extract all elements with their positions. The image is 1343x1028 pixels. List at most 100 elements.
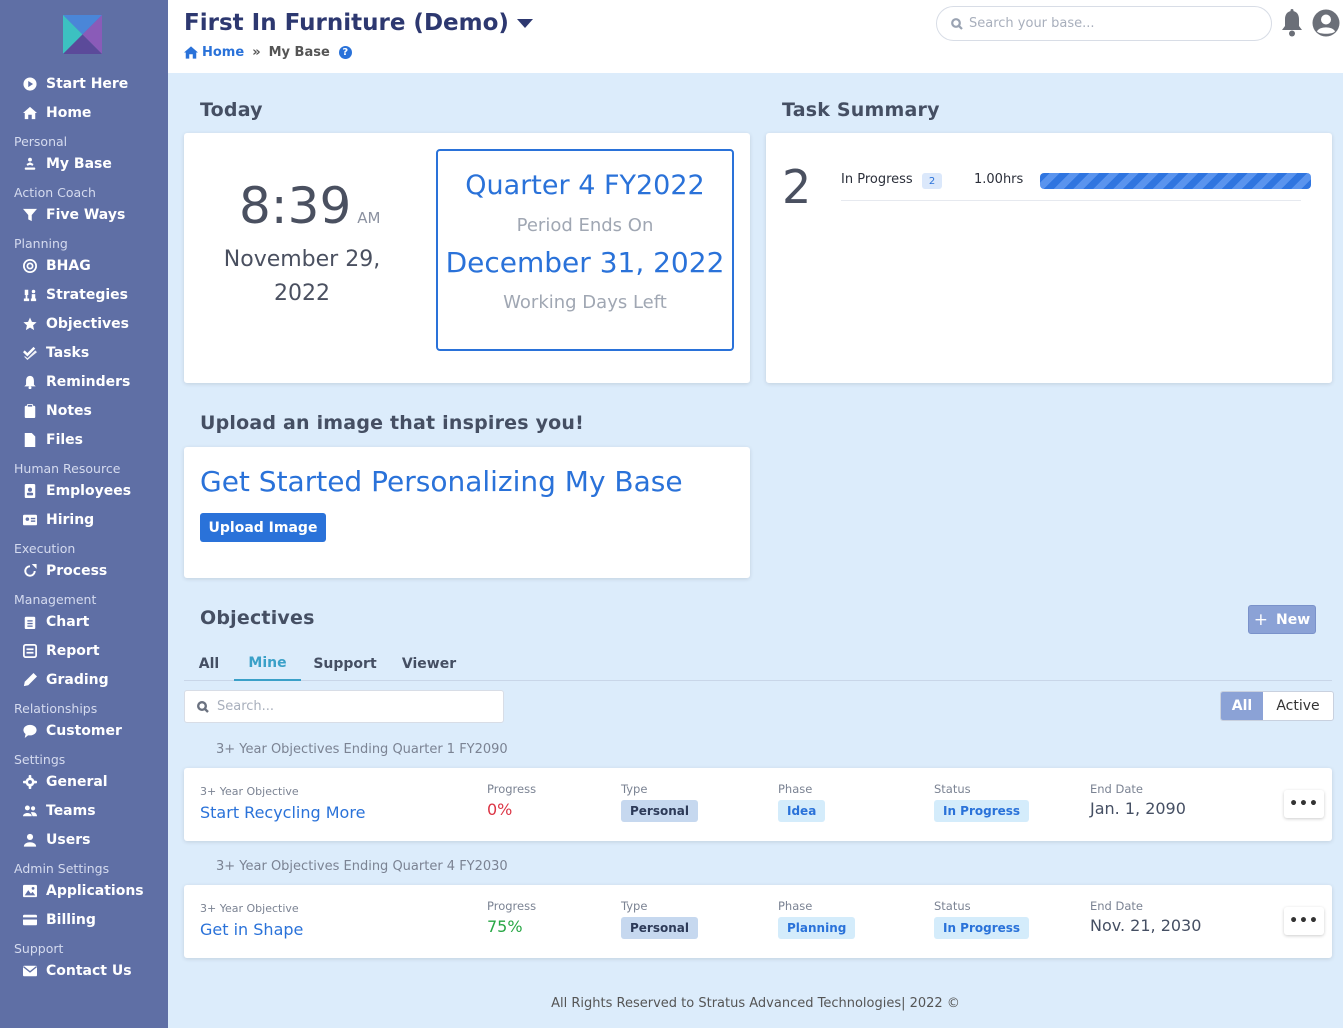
play-circle-icon (22, 76, 38, 92)
sidebar-section-admin-settings: Admin Settings (14, 861, 110, 876)
sidebar-item-home[interactable]: Home (22, 101, 91, 125)
objective-name-link[interactable]: Start Recycling More (200, 803, 365, 822)
sidebar-item-label: Objectives (46, 316, 129, 332)
sidebar-item-label: Notes (46, 403, 92, 419)
task-progress-bar (1040, 173, 1311, 189)
sidebar-item-start-here[interactable]: Start Here (22, 72, 128, 96)
id-card-icon (22, 512, 38, 528)
sidebar-item-customer[interactable]: Customer (22, 719, 122, 743)
sidebar-item-report[interactable]: Report (22, 639, 100, 663)
objective-tabs: All Mine Support Viewer (184, 646, 1332, 681)
objective-search-input[interactable] (217, 699, 487, 714)
sidebar-section-relationships: Relationships (14, 701, 98, 716)
user-avatar-icon[interactable] (1312, 9, 1340, 37)
objective-search (184, 690, 504, 723)
sidebar-item-label: Chart (46, 614, 90, 630)
clock-date: November 29, 2022 (223, 247, 381, 306)
objective-progress: 75% (487, 917, 523, 936)
sidebar-section-settings: Settings (14, 752, 66, 767)
task-progress-fill (1040, 173, 1311, 189)
working-days-label: Working Days Left (503, 292, 667, 313)
tab-support[interactable]: Support (308, 646, 382, 681)
objective-kind: 3+ Year Objective (200, 902, 299, 915)
sidebar-item-tasks[interactable]: Tasks (22, 341, 89, 365)
tab-viewer[interactable]: Viewer (396, 646, 462, 681)
help-icon[interactable]: ? (338, 46, 352, 59)
file-icon (22, 432, 38, 448)
sidebar-item-users[interactable]: Users (22, 828, 90, 852)
sidebar-item-files[interactable]: Files (22, 428, 83, 452)
sidebar-item-label: Grading (46, 672, 109, 688)
search-icon (197, 700, 209, 713)
sidebar-item-chart[interactable]: Chart (22, 610, 89, 634)
logo[interactable] (63, 15, 102, 54)
sidebar-item-label: Billing (46, 912, 96, 928)
sidebar-item-applications[interactable]: Applications (22, 879, 144, 903)
type-badge: Personal (621, 800, 698, 822)
sidebar-item-employees[interactable]: Employees (22, 479, 131, 503)
bell-icon[interactable] (1280, 9, 1304, 37)
more-options-icon[interactable]: ••• (1284, 790, 1324, 818)
caret-down-icon[interactable] (516, 18, 533, 28)
sidebar-section-human-resource: Human Resource (14, 461, 121, 476)
sidebar-item-objectives[interactable]: Objectives (22, 312, 129, 336)
sidebar-item-bhag[interactable]: BHAG (22, 254, 91, 278)
sidebar-item-label: Users (46, 832, 91, 848)
sidebar-item-label: Hiring (46, 512, 95, 528)
sidebar-item-label: Teams (46, 803, 96, 819)
more-options-icon[interactable]: ••• (1284, 907, 1324, 935)
plus-icon: + (1253, 609, 1269, 630)
breadcrumb-current: My Base (268, 45, 330, 60)
sidebar-item-five-ways[interactable]: Five Ways (22, 203, 125, 227)
sidebar-item-strategies[interactable]: Strategies (22, 283, 128, 307)
sidebar-section-support: Support (14, 941, 64, 956)
sidebar-item-contact-us[interactable]: Contact Us (22, 959, 132, 983)
sidebar-item-process[interactable]: Process (22, 559, 107, 583)
tab-mine[interactable]: Mine (234, 646, 301, 681)
global-search (936, 6, 1272, 41)
image-icon (22, 883, 38, 899)
global-search-input[interactable] (969, 16, 1259, 31)
clock-ampm: AM (357, 209, 381, 227)
sidebar-item-label: Home (46, 105, 92, 121)
sidebar-item-teams[interactable]: Teams (22, 799, 96, 823)
filter-active-button[interactable]: Active (1263, 692, 1333, 720)
sidebar-item-label: Process (46, 563, 108, 579)
sidebar-item-my-base[interactable]: My Base (22, 152, 112, 176)
sidebar-item-grading[interactable]: Grading (22, 668, 109, 692)
breadcrumb-separator: » (252, 45, 261, 60)
redo-icon (22, 563, 38, 579)
phase-label: Phase (778, 899, 813, 913)
sidebar-item-label: Files (46, 432, 83, 448)
new-button-label: New (1276, 611, 1311, 628)
sidebar-section-planning: Planning (14, 236, 68, 251)
upload-card: Get Started Personalizing My Base Upload… (184, 447, 750, 578)
new-objective-button[interactable]: + New (1248, 605, 1316, 634)
upload-image-button[interactable]: Upload Image (200, 513, 326, 542)
today-card: 8:39 AM November 29, 2022 Quarter 4 FY20… (184, 133, 750, 383)
report-icon (22, 643, 38, 659)
end-date-label: End Date (1090, 782, 1143, 796)
gear-icon (22, 774, 38, 790)
quarter-label: Quarter 4 FY2022 (465, 170, 705, 201)
tab-all[interactable]: All (192, 646, 226, 681)
sidebar-item-notes[interactable]: Notes (22, 399, 92, 423)
task-status-hours: 1.00hrs (974, 172, 1024, 187)
task-summary-title: Task Summary (782, 99, 940, 121)
sidebar-item-general[interactable]: General (22, 770, 108, 794)
period-end-date: December 31, 2022 (445, 246, 725, 279)
sidebar-item-label: General (46, 774, 108, 790)
type-label: Type (621, 899, 648, 913)
app-title[interactable]: First In Furniture (Demo) (184, 10, 533, 36)
task-status-row[interactable]: In Progress 2 1.00hrs (841, 169, 1311, 201)
filter-all-button[interactable]: All (1221, 692, 1263, 720)
status-badge: In Progress (934, 800, 1030, 822)
sidebar-item-hiring[interactable]: Hiring (22, 508, 94, 532)
breadcrumb-home[interactable]: Home (184, 45, 244, 60)
sidebar-item-billing[interactable]: Billing (22, 908, 96, 932)
sidebar-item-reminders[interactable]: Reminders (22, 370, 130, 394)
app-title-text: First In Furniture (Demo) (184, 10, 509, 36)
objective-name-link[interactable]: Get in Shape (200, 920, 303, 939)
pen-icon (22, 672, 38, 688)
sidebar-item-label: Reminders (46, 374, 131, 390)
